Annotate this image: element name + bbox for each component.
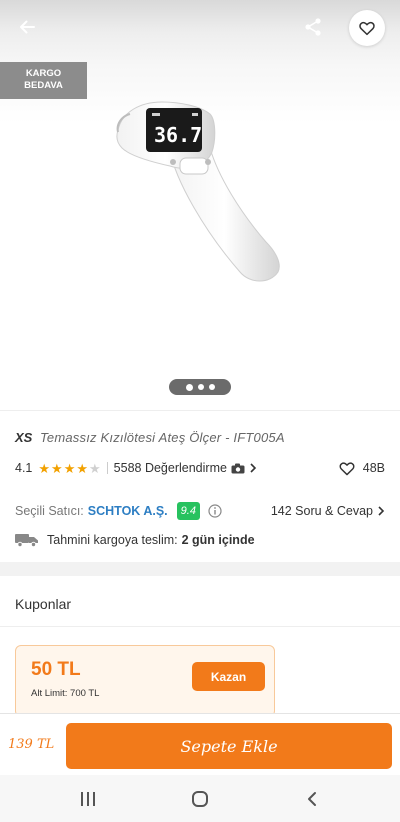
camera-icon bbox=[231, 463, 245, 473]
section-divider bbox=[0, 562, 400, 576]
coupons-title: Kuponlar bbox=[15, 596, 72, 612]
star-icon: ★ bbox=[51, 460, 63, 476]
coupon-amount: 50 TL bbox=[31, 659, 81, 680]
badge-line-2: BEDAVA bbox=[24, 80, 63, 91]
coupon-card: 50 TL Alt Limit: 700 TL Kazan bbox=[15, 645, 275, 717]
delivery-label: Tahmini kargoya teslim: bbox=[47, 533, 178, 547]
reviews-label: 5588 Değerlendirme bbox=[113, 461, 227, 475]
product-price: 139 TL bbox=[8, 737, 55, 752]
purchase-bar: 139 TL Sepete Ekle bbox=[0, 713, 400, 775]
chevron-left-icon bbox=[308, 792, 316, 806]
favorites-counter[interactable]: 48B bbox=[338, 460, 385, 476]
delivery-estimate: Tahmini kargoya teslim: 2 gün içinde bbox=[15, 531, 255, 549]
favorite-button[interactable] bbox=[349, 10, 385, 46]
home-button[interactable] bbox=[188, 787, 212, 811]
seller-row: Seçili Satıcı: SCHTOK A.Ş. 9.4 142 Soru … bbox=[15, 501, 385, 521]
reviews-link[interactable]: 5588 Değerlendirme bbox=[114, 461, 257, 475]
carousel-dot-2[interactable] bbox=[197, 384, 204, 390]
seller-name-link[interactable]: SCHTOK A.Ş. bbox=[88, 504, 168, 518]
coupons-section: Kuponlar 50 TL Alt Limit: 700 TL Kazan bbox=[0, 576, 400, 717]
badge-line-1: KARGO bbox=[25, 68, 62, 79]
coupon-limit: Alt Limit: 700 TL bbox=[31, 688, 100, 699]
questions-answers-link[interactable]: 142 Soru & Cevap bbox=[271, 504, 385, 518]
divider bbox=[0, 626, 400, 627]
home-icon bbox=[192, 791, 208, 807]
share-button[interactable] bbox=[296, 10, 330, 44]
qa-label: 142 Soru & Cevap bbox=[270, 504, 373, 518]
divider bbox=[106, 462, 108, 474]
rating-stars: ★ ★ ★ ★ ★ bbox=[38, 462, 100, 475]
add-to-cart-button[interactable]: Sepete Ekle bbox=[66, 723, 392, 769]
free-shipping-badge: KARGO BEDAVA bbox=[0, 62, 87, 99]
truck-icon bbox=[15, 534, 38, 547]
delivery-value: 2 gün içinde bbox=[181, 533, 255, 547]
recent-apps-button[interactable] bbox=[76, 787, 100, 811]
info-icon[interactable] bbox=[208, 504, 222, 518]
chevron-right-icon bbox=[378, 506, 385, 516]
recent-apps-icon bbox=[81, 792, 95, 806]
share-icon bbox=[305, 18, 321, 36]
system-back-button[interactable] bbox=[300, 787, 324, 811]
carousel-dot-1[interactable] bbox=[185, 383, 193, 391]
star-icon: ★ bbox=[38, 460, 51, 476]
heart-outline-icon bbox=[359, 21, 375, 36]
product-title: XS Temassız Kızılötesi Ateş Ölçer - IFT0… bbox=[15, 430, 285, 445]
product-brand[interactable]: XS bbox=[15, 430, 32, 445]
star-icon: ★ bbox=[76, 460, 89, 476]
arrow-left-icon bbox=[20, 20, 35, 34]
rating-value: 4.1 bbox=[15, 461, 33, 475]
product-name: Temassız Kızılötesi Ateş Ölçer - IFT005A bbox=[39, 430, 285, 445]
carousel-dot-3[interactable] bbox=[208, 384, 215, 390]
seller-score-badge: 9.4 bbox=[176, 502, 200, 520]
chevron-right-icon bbox=[250, 463, 257, 473]
product-info: XS Temassız Kızılötesi Ateş Ölçer - IFT0… bbox=[0, 410, 400, 562]
system-navigation-bar bbox=[0, 775, 400, 822]
seller-label: Seçili Satıcı: bbox=[15, 504, 84, 518]
heart-outline-icon bbox=[339, 462, 355, 476]
favorites-count: 48B bbox=[362, 461, 385, 475]
product-image-gallery[interactable]: KARGO BEDAVA 36.7 bbox=[0, 0, 400, 410]
display-reading: 36.7 bbox=[154, 123, 202, 147]
claim-coupon-button[interactable]: Kazan bbox=[192, 662, 265, 691]
star-icon: ★ bbox=[63, 460, 76, 476]
thermometer-product-image: 36.7 bbox=[116, 101, 280, 282]
back-button[interactable] bbox=[10, 10, 44, 44]
carousel-indicator[interactable] bbox=[169, 379, 231, 395]
rating-row: 4.1 ★ ★ ★ ★ ★ 5588 Değerlendirme 48B bbox=[15, 460, 385, 476]
star-icon: ★ bbox=[89, 460, 101, 476]
